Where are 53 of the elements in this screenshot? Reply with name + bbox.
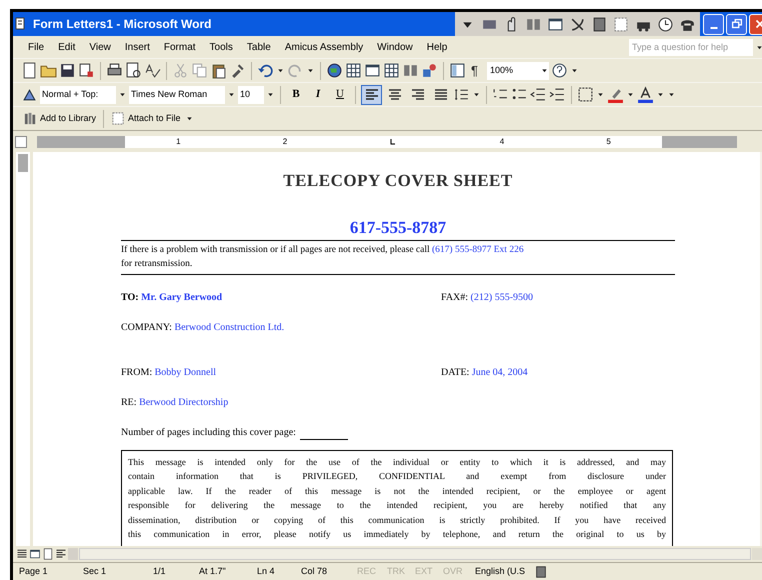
form-field: TO: Mr. Gary Berwood	[121, 290, 441, 304]
status-item: Page 1	[19, 564, 49, 578]
status-item: Sec 1	[83, 564, 108, 578]
menu-item[interactable]: Format	[156, 40, 203, 54]
fax-number: 617-555-8787	[348, 218, 448, 238]
disclaimer-line: applicable law. If the reader of this message is not the intended recipient, or the employee or agent	[128, 484, 666, 498]
zoom-field[interactable]: 100%	[486, 62, 549, 80]
status-item: TRK	[387, 564, 406, 578]
form-field: RE: Berwood Directorship	[121, 394, 441, 410]
menu-item[interactable]: View	[82, 40, 118, 54]
status-item: Ln 4	[257, 564, 276, 578]
disclaimer-line: this communication in error, please notify us immediately by telephone, and return the original to us by	[128, 528, 666, 541]
underline-button[interactable]: U	[330, 86, 350, 103]
menu-item[interactable]: Table	[240, 40, 278, 54]
pages-label: Number of pages including this cover page:	[121, 426, 296, 440]
status-item: At 1.7"	[199, 564, 227, 578]
font-size-field[interactable]: 10	[238, 86, 264, 104]
ruler-number: 1	[176, 138, 181, 146]
menu-item[interactable]: Amicus Assembly	[278, 40, 370, 54]
menu-item[interactable]: Tools	[202, 40, 240, 54]
document-title: TELECOPY COVER SHEET	[282, 170, 514, 192]
disclaimer-line: responsible for delivering the message to the intended recipient, you are hereby notified that any	[128, 499, 666, 512]
ruler-number: 5	[606, 138, 611, 146]
help-search-field[interactable]: Type a question for help	[629, 38, 753, 56]
show-formatting-button[interactable]: ¶	[468, 60, 481, 80]
menu-item[interactable]: Insert	[118, 40, 157, 54]
status-item: REC	[357, 564, 378, 578]
menu-item[interactable]: File	[21, 40, 52, 54]
disclaimer-line: contain information that is PRIVILEGED, CONFIDENTIAL and exempt from disclosure under	[128, 470, 666, 483]
status-item: OVR	[443, 564, 464, 578]
disclaimer-line: dissemination, distribution or copying of this communication is strictly prohibited. If you have received	[128, 514, 666, 527]
status-item: 1/1	[153, 564, 167, 578]
menu-item[interactable]: Help	[420, 40, 454, 54]
ruler-number: 2	[282, 138, 288, 146]
menu-item[interactable]: Edit	[51, 40, 82, 54]
form-field: FROM: Bobby Donnell	[121, 364, 441, 380]
form-field: FAX#: (212) 555-9500	[441, 290, 534, 304]
ruler-number: 4	[500, 138, 504, 146]
toolbar-button[interactable]: Add to Library	[21, 111, 98, 126]
menu-item[interactable]: Window	[370, 40, 420, 54]
disclaimer-line: This message is intended only for the use of the individual or entity to which it is addressed, and may	[128, 456, 666, 469]
form-field: COMPANY: Berwood Construction Ltd.	[121, 320, 441, 334]
status-item: English (U.S	[475, 564, 526, 578]
status-item: Col 78	[301, 564, 328, 578]
italic-button[interactable]: I	[308, 86, 328, 103]
notice-text: If there is a problem with transmission or if all pages are not received, please call (617) 555-8977 Ext 226 for retransmission.	[121, 240, 675, 274]
bold-button[interactable]: B	[286, 86, 306, 103]
form-field: DATE: June 04, 2004	[441, 364, 528, 380]
status-item: EXT	[415, 564, 434, 578]
font-field[interactable]: Times New Roman	[129, 86, 225, 104]
toolbar-button[interactable]: Attach to File	[109, 111, 183, 126]
style-field[interactable]: Normal + Top:	[40, 86, 116, 104]
window-title: Form Letters1 - Microsoft Word	[33, 16, 212, 33]
